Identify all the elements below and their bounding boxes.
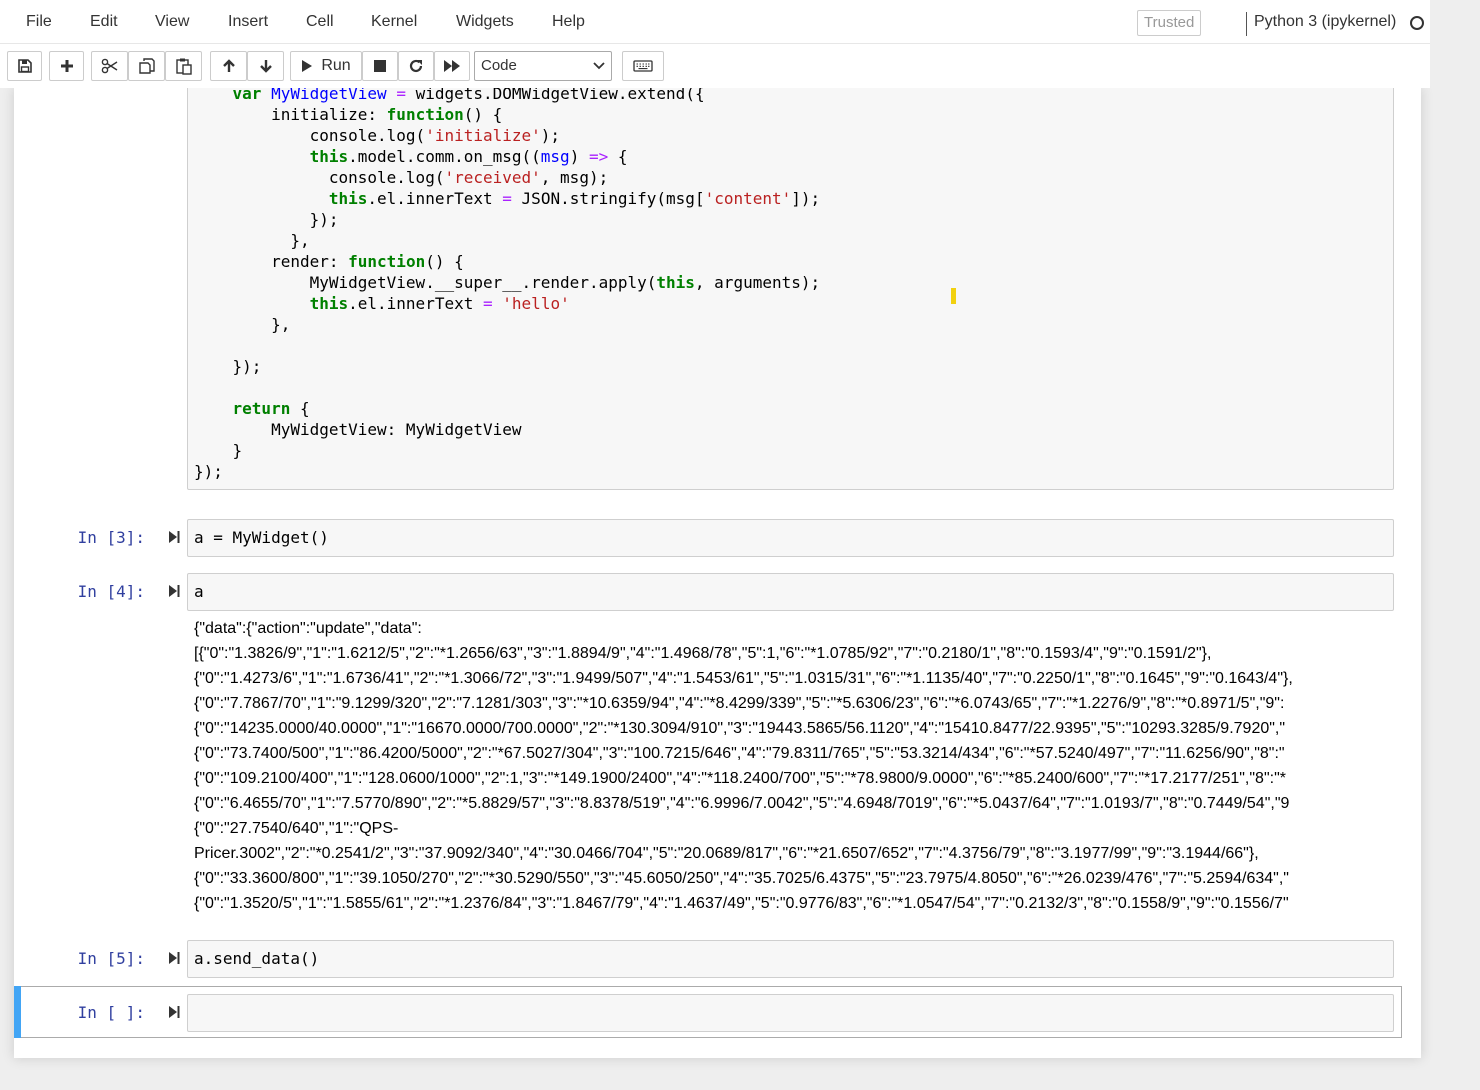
code-line: this.el.innerText = 'hello' [309,294,570,313]
menubar: File Edit View Insert Cell Kernel Widget… [0,0,1430,44]
kernel-idle-icon [1410,16,1424,30]
output-line: {"0":"7.7867/70","1":"9.1299/320","2":"7… [194,695,1285,712]
notebook-header: File Edit View Insert Cell Kernel Widget… [0,0,1430,88]
save-icon [17,59,32,73]
paste-button[interactable] [165,51,202,81]
stop-icon [374,60,386,72]
move-up-button[interactable] [210,51,247,81]
empty-code-cell-editor[interactable] [187,994,1394,1032]
kernel-name[interactable]: Python 3 (ipykernel) [1254,13,1396,31]
trusted-badge[interactable]: Trusted [1137,10,1202,36]
output-line: {"0":"1.4273/6","1":"1.6736/41","2":"*1.… [194,670,1293,687]
code-cell-editor[interactable]: a [187,573,1394,611]
menu-file[interactable]: File [26,13,52,31]
output-line: {"0":"73.7400/500","1":"86.4200/5000","2… [194,745,1285,762]
notebook-container: var MyWidgetView = widgets.DOMWidgetView… [14,88,1421,1058]
copy-icon [138,58,155,74]
restart-icon [409,59,423,73]
code-line: } [232,441,243,460]
cell-prompt: In [4]: [77,582,145,601]
fast-forward-icon [444,60,460,72]
keyboard-icon [633,60,653,72]
plus-icon [60,60,73,72]
run-button-label: Run [321,57,351,74]
code-line: }); [232,357,262,376]
menu-kernel[interactable]: Kernel [371,13,417,31]
copy-button[interactable] [128,51,165,81]
output-line: {"0":"14235.0000/40.0000","1":"16670.000… [194,720,1286,737]
cell-type-value: Code [481,57,517,74]
output-line: Pricer.3002","2":"*0.2541/2","3":"37.909… [194,845,1259,862]
code-line: MyWidgetView.__super__.render.apply(this… [309,273,821,292]
play-icon [302,60,313,72]
move-down-button[interactable] [247,51,284,81]
paste-icon [175,58,192,75]
code-line: initialize: function() { [271,105,503,124]
run-cell-icon[interactable] [168,584,180,598]
cell-prompt: In [5]: [77,949,145,968]
code-line: render: function() { [271,252,464,271]
output-line: {"0":"109.2100/400","1":"128.0600/1000",… [194,770,1286,787]
code-line: }, [290,231,310,250]
menu-help[interactable]: Help [552,13,585,31]
output-line: {"0":"1.3520/5","1":"1.5855/61","2":"*1.… [194,895,1289,912]
code-line: }); [309,210,339,229]
output-line: {"0":"33.3600/800","1":"39.1050/270","2"… [194,870,1289,887]
restart-button[interactable] [398,51,434,81]
output-line: [{"0":"1.3826/9","1":"1.6212/5","2":"*1.… [194,645,1212,662]
code-line: console.log('initialize'); [309,126,561,145]
cut-button[interactable] [91,51,128,81]
code-line: }); [194,462,223,481]
code-line: this.model.comm.on_msg((msg) => { [309,147,628,166]
text-cursor [951,288,956,304]
chevron-down-icon [593,62,605,70]
run-cell-icon[interactable] [168,1005,180,1019]
code-line: a [194,582,204,601]
code-line: this.el.innerText = JSON.stringify(msg['… [328,189,821,208]
run-button[interactable]: Run [290,51,362,81]
kernel-separator [1246,12,1247,36]
insert-cell-button[interactable] [49,51,84,81]
arrow-down-icon [259,60,272,73]
cell-prompt: In [3]: [77,528,145,547]
js-code-cell-editor[interactable]: var MyWidgetView = widgets.DOMWidgetView… [187,88,1394,490]
run-cell-icon[interactable] [168,530,180,544]
command-palette-button[interactable] [622,51,664,81]
cell-type-select[interactable]: Code [474,51,612,81]
cell-prompt: In [ ]: [77,1003,145,1022]
menu-cell[interactable]: Cell [306,13,334,31]
interrupt-button[interactable] [362,51,398,81]
code-cell-editor[interactable]: a = MyWidget() [187,519,1394,557]
save-button[interactable] [7,51,42,81]
output-line: {"0":"6.4655/70","1":"7.5770/890","2":"*… [194,795,1290,812]
code-line: MyWidgetView: MyWidgetView [271,420,522,439]
code-line: var MyWidgetView = widgets.DOMWidgetView… [232,88,705,103]
code-line: }, [271,315,291,334]
code-line: console.log('received', msg); [328,168,609,187]
run-cell-icon[interactable] [168,951,180,965]
code-line: a = MyWidget() [194,528,329,547]
menu-view[interactable]: View [155,13,189,31]
menu-widgets[interactable]: Widgets [456,13,514,31]
code-line: return { [232,399,310,418]
arrow-up-icon [222,59,235,72]
output-line: {"0":"27.7540/640","1":"QPS- [194,820,399,837]
restart-run-all-button[interactable] [434,51,470,81]
code-cell-editor[interactable]: a.send_data() [187,940,1394,978]
output-line: {"data":{"action":"update","data": [194,620,422,637]
toolbar: Run Code [0,44,1430,88]
scissors-icon [101,58,117,74]
menu-edit[interactable]: Edit [90,13,118,31]
code-line: a.send_data() [194,949,320,968]
menu-insert[interactable]: Insert [228,13,268,31]
